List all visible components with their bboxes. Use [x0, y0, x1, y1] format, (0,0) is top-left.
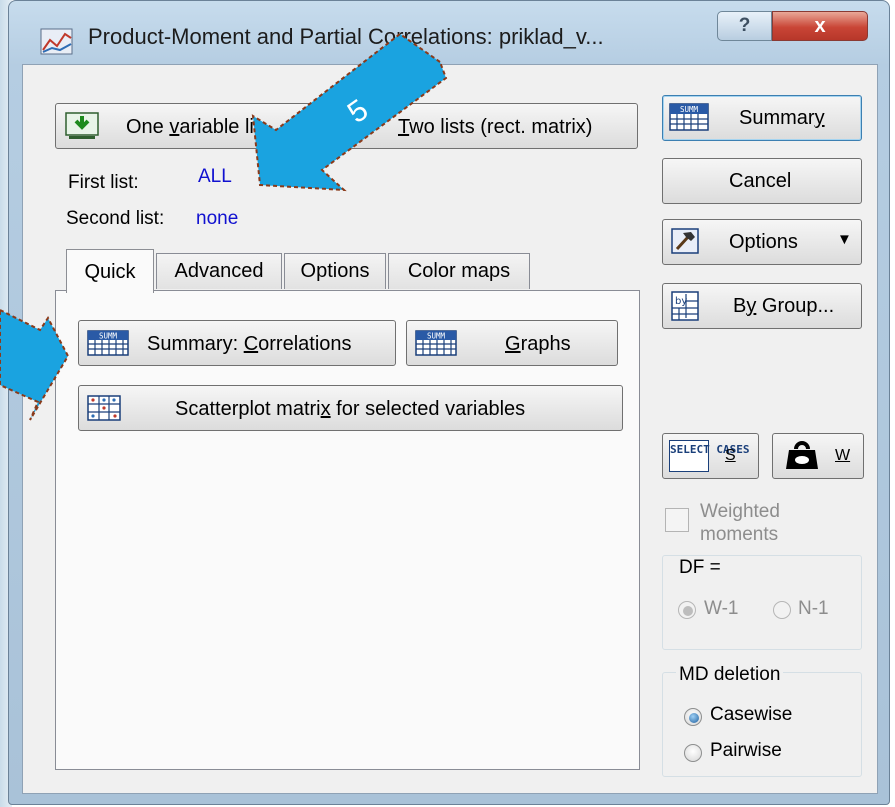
tutorial-annotation-overlay [0, 32, 448, 421]
annotation-arrow-left [0, 308, 70, 421]
